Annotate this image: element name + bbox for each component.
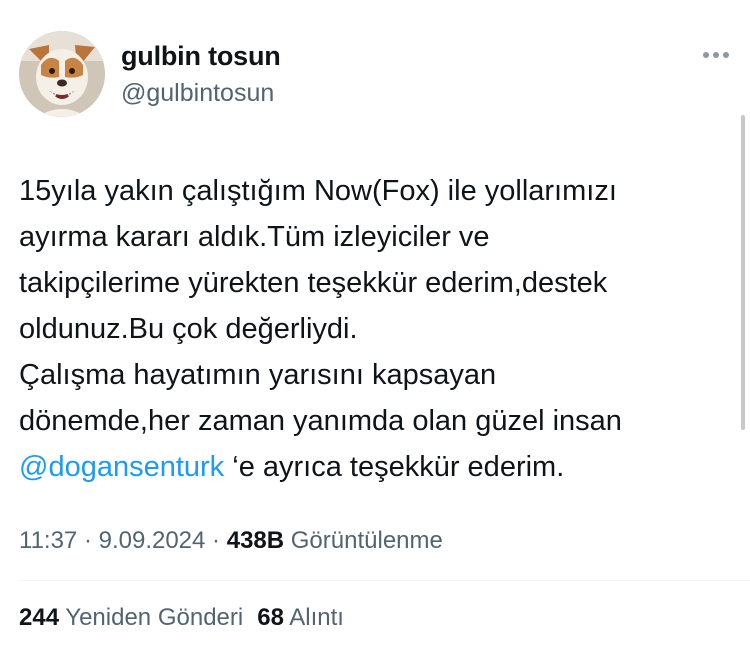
more-options-icon[interactable] bbox=[698, 40, 734, 70]
reposts-stat[interactable]: 244 Yeniden Gönderi bbox=[19, 604, 243, 631]
tweet: gulbin tosun @gulbintosun 15yıla yakın ç… bbox=[0, 0, 750, 660]
author-name[interactable]: gulbin tosun bbox=[121, 41, 281, 72]
quotes-stat[interactable]: 68 Alıntı bbox=[257, 604, 344, 631]
reposts-label: Yeniden Gönderi bbox=[65, 604, 244, 631]
tweet-line-last: @dogansenturk ‘e ayrıca teşekkür ederim. bbox=[19, 444, 734, 490]
meta-separator: · bbox=[205, 527, 227, 554]
tweet-text: 15yıla yakın çalıştığım Now(Fox) ile yol… bbox=[19, 168, 734, 490]
views-label: Görüntülenme bbox=[290, 527, 443, 554]
quotes-count: 68 bbox=[257, 604, 284, 631]
scrollbar[interactable] bbox=[741, 115, 745, 430]
tweet-line: ayırma kararı aldık.Tüm izleyiciler ve bbox=[19, 221, 490, 253]
tweet-date[interactable]: 9.09.2024 bbox=[99, 527, 206, 554]
tweet-line: oldunuz.Bu çok değerliydi. bbox=[19, 313, 358, 345]
divider bbox=[19, 580, 750, 581]
tweet-stats: 244 Yeniden Gönderi 68 Alıntı bbox=[19, 604, 344, 632]
author-avatar[interactable] bbox=[19, 31, 105, 117]
tweet-time[interactable]: 11:37 bbox=[19, 527, 77, 554]
tweet-line: takipçilerime yürekten teşekkür ederim,d… bbox=[19, 267, 608, 299]
dot bbox=[723, 52, 729, 58]
dot bbox=[713, 52, 719, 58]
tweet-meta: 11:37 · 9.09.2024 · 438B Görüntülenme bbox=[19, 527, 443, 555]
author-handle[interactable]: @gulbintosun bbox=[121, 79, 274, 108]
quotes-label: Alıntı bbox=[289, 604, 344, 631]
views-count: 438B bbox=[226, 527, 285, 554]
mention-link[interactable]: @dogansenturk bbox=[19, 451, 224, 483]
dog-avatar-icon bbox=[19, 31, 105, 117]
tweet-line: 15yıla yakın çalıştığım Now(Fox) ile yol… bbox=[19, 175, 617, 207]
tweet-line: Çalışma hayatımın yarısını kapsayan bbox=[19, 359, 497, 391]
dot bbox=[703, 52, 709, 58]
meta-separator: · bbox=[77, 527, 99, 554]
tweet-line-rest: ‘e ayrıca teşekkür ederim. bbox=[224, 451, 565, 483]
tweet-line: dönemde,her zaman yanımda olan güzel ins… bbox=[19, 405, 622, 437]
reposts-count: 244 bbox=[19, 604, 60, 631]
